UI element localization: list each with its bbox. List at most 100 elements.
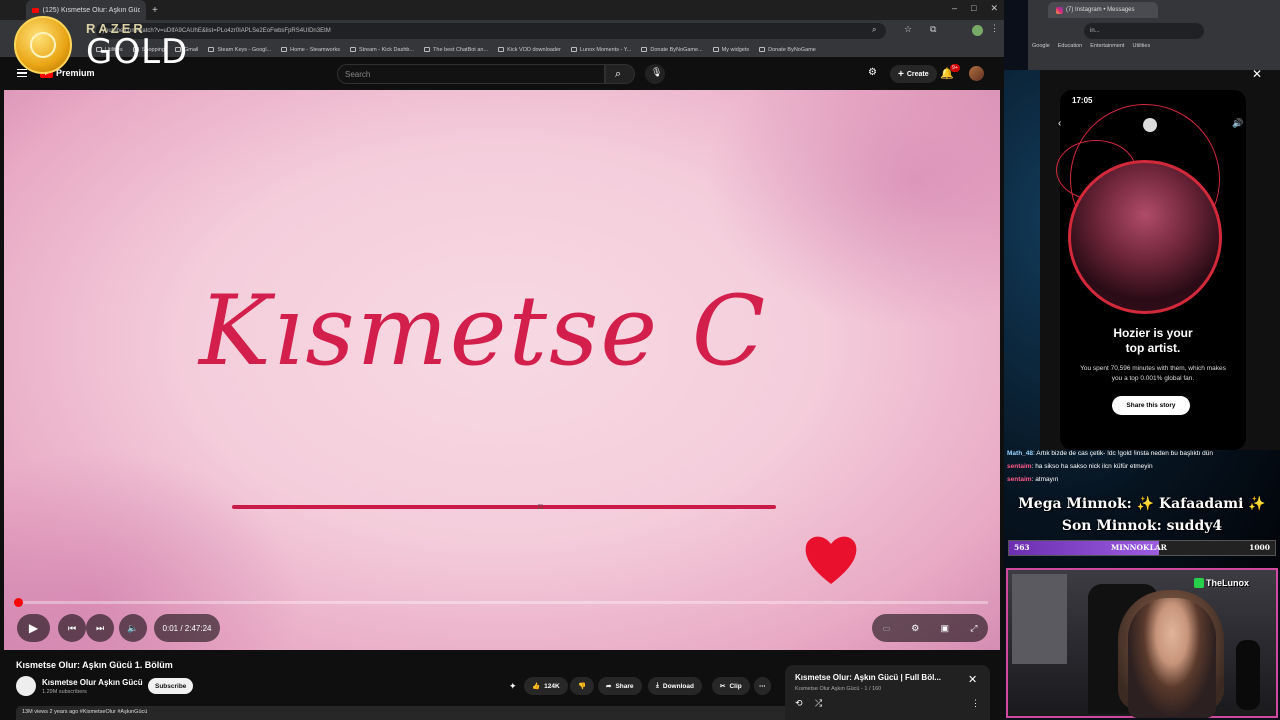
create-label: Create [906,70,929,78]
chat-username[interactable]: Math_48 [1007,450,1033,457]
settings-icon[interactable]: ⚙ [911,623,919,634]
chat-text: : Artık bizde de cas çetik- !dc !gold !i… [1033,450,1213,457]
mega-minnok-text: Mega Minnok: ✨ Kafaadami ✨ [1018,496,1266,512]
bookmark-item[interactable]: Home - Steamworks [281,47,340,53]
folder-icon [759,47,766,52]
extensions-icon[interactable]: ⧉ [930,24,936,35]
headline-line-1: Hozier is your [1113,326,1193,340]
bookmark-item[interactable]: Kick VOD downloader [498,47,561,53]
more-button[interactable]: ⋯ [754,677,771,695]
subtitles-icon[interactable]: ▭ [883,624,891,633]
bookmark-item[interactable]: Lunox Moments - Y... [570,47,631,53]
fullscreen-icon[interactable]: ⤢ [970,623,977,634]
video-player[interactable]: Kısmetse C ⌑ [4,90,1000,650]
star-icon[interactable]: ☆ [904,24,912,35]
webcam-feed: TheLunox [1006,568,1278,718]
bookmark-label: Home - Steamworks [290,46,340,53]
speaker-icon[interactable]: 🔊 [1232,118,1243,129]
bookmark-item[interactable]: Steam Keys - Googl... [208,47,271,53]
clip-label: Clip [729,682,742,690]
bookmark-item[interactable]: My widgets [712,47,749,53]
tab-instagram[interactable]: (7) Instagram • Messages [1048,2,1158,18]
previous-button[interactable]: ⏮ [58,614,86,642]
search-icon[interactable]: ⌕ [872,25,876,35]
search-input[interactable]: Search [337,64,605,84]
bookmark-item[interactable]: Donate ByNoGame [759,47,816,53]
profile-avatar[interactable] [972,25,983,36]
channel-name[interactable]: Kısmetse Olur Aşkın Gücü [42,678,143,687]
download-button[interactable]: ⤓ Download [648,677,702,695]
bookmark-item[interactable]: Stream - Kick Dashb... [350,47,414,53]
maximize-icon[interactable]: □ [971,3,976,14]
tab-title: (7) Instagram • Messages [1066,7,1135,13]
folder-icon [712,47,719,52]
progress-bar[interactable] [13,598,988,607]
bookmark-item[interactable]: Entertainment [1090,43,1124,49]
story-viewer[interactable]: 17:05 Hozier is your top artist. You spe… [1056,90,1246,450]
headline-line-2: top artist. [1125,341,1181,355]
notification-badge: 9+ [950,64,960,72]
playlist-title: Kısmetse Olur: Aşkın Gücü | Full Böl... [795,673,941,682]
spotify-icon [1143,118,1157,132]
menu-dots-icon[interactable]: ⋮ [990,23,999,34]
folder-icon [208,47,215,52]
loop-icon[interactable]: ⟲ [795,698,803,709]
previous-icon: ⏮ [67,622,77,633]
channel-avatar[interactable] [16,676,36,696]
shuffle-icon[interactable]: ⤮ [815,698,822,709]
bookmark-item[interactable]: Donate ByNoGame... [641,46,703,53]
streamer-name: TheLunox [1206,578,1249,588]
volume-icon: 🔈 [127,622,139,633]
bookmark-label: Stream - Kick Dashb... [359,46,415,53]
close-icon[interactable]: ✕ [1252,67,1262,81]
close-icon[interactable]: ✕ [990,3,998,14]
share-story-button[interactable]: Share this story [1112,396,1190,415]
clip-button[interactable]: ✂ Clip [712,677,750,695]
play-button[interactable]: ▶ [17,614,50,642]
bookmark-item[interactable]: Google [1032,43,1050,49]
video-name: Kısmetse Olur: Aşkın Gücü 1. Bölüm [16,660,173,670]
chevron-left-icon[interactable]: ‹ [1058,118,1061,129]
cast-icon[interactable]: ⚙ [868,67,877,78]
bookmark-label: Donate ByNoGame... [650,46,703,53]
share-label: Share [615,682,634,690]
chat-username[interactable]: sentaim [1007,476,1032,483]
close-icon[interactable]: ✕ [968,673,977,686]
create-button[interactable]: + Create [890,65,937,83]
like-button[interactable]: 👍 124K [524,677,568,695]
screen: (125) Kısmetse Olur: Aşkın Gücü + – □ ✕ … [0,0,1280,720]
magic-icon[interactable]: ✦ [509,681,517,692]
progress-knob[interactable] [13,598,23,607]
minimize-icon[interactable]: – [952,3,957,14]
bookmark-item[interactable]: Utilities [1132,43,1150,49]
volume-button[interactable]: 🔈 [119,614,147,642]
chat-username[interactable]: sentaim [1007,463,1032,470]
browser-window-right: (7) Instagram • Messages in... Google Edu… [1028,0,1280,70]
more-dots-icon[interactable]: ⋮ [971,698,980,709]
miniplayer-icon[interactable]: ▣ [941,623,950,634]
time-text: 0:01 / 2:47:24 [162,623,212,633]
share-button[interactable]: ➦ Share [598,677,642,695]
like-count: 124K [544,682,560,690]
hamburger-menu-icon[interactable] [17,69,27,77]
search-button[interactable]: ⌕ [605,64,635,84]
chat-message: sentaim: ha sikso ha sakso nick ilcn küf… [1007,460,1280,473]
playlist-panel[interactable]: Kısmetse Olur: Aşkın Gücü | Full Böl... … [785,665,990,720]
voice-search-button[interactable]: 🎙 [645,64,665,84]
avatar[interactable] [969,66,984,81]
next-button[interactable]: ⏭ [86,614,114,642]
bookmark-item[interactable]: Education [1058,43,1082,49]
chat-text: : atmayın [1031,476,1059,483]
thumbs-down-icon: 👎 [578,683,587,690]
folder-icon [424,47,431,52]
new-tab-icon[interactable]: + [152,5,158,16]
story-headline: Hozier is your top artist. [1060,326,1246,356]
subscribe-button[interactable]: Subscribe [148,678,194,694]
bookmark-item[interactable]: The best ChatBot an... [424,47,488,53]
minnok-bar-left: 563 [1014,543,1030,552]
url-bar[interactable]: youtube.com/watch?v=uDIfA9CAUhE&list=PLo… [96,23,886,39]
url-bar[interactable]: in... [1084,23,1204,39]
dislike-button[interactable]: 👎 [570,677,595,695]
folder-icon [641,47,648,52]
gold-label: GOLD [86,32,189,72]
